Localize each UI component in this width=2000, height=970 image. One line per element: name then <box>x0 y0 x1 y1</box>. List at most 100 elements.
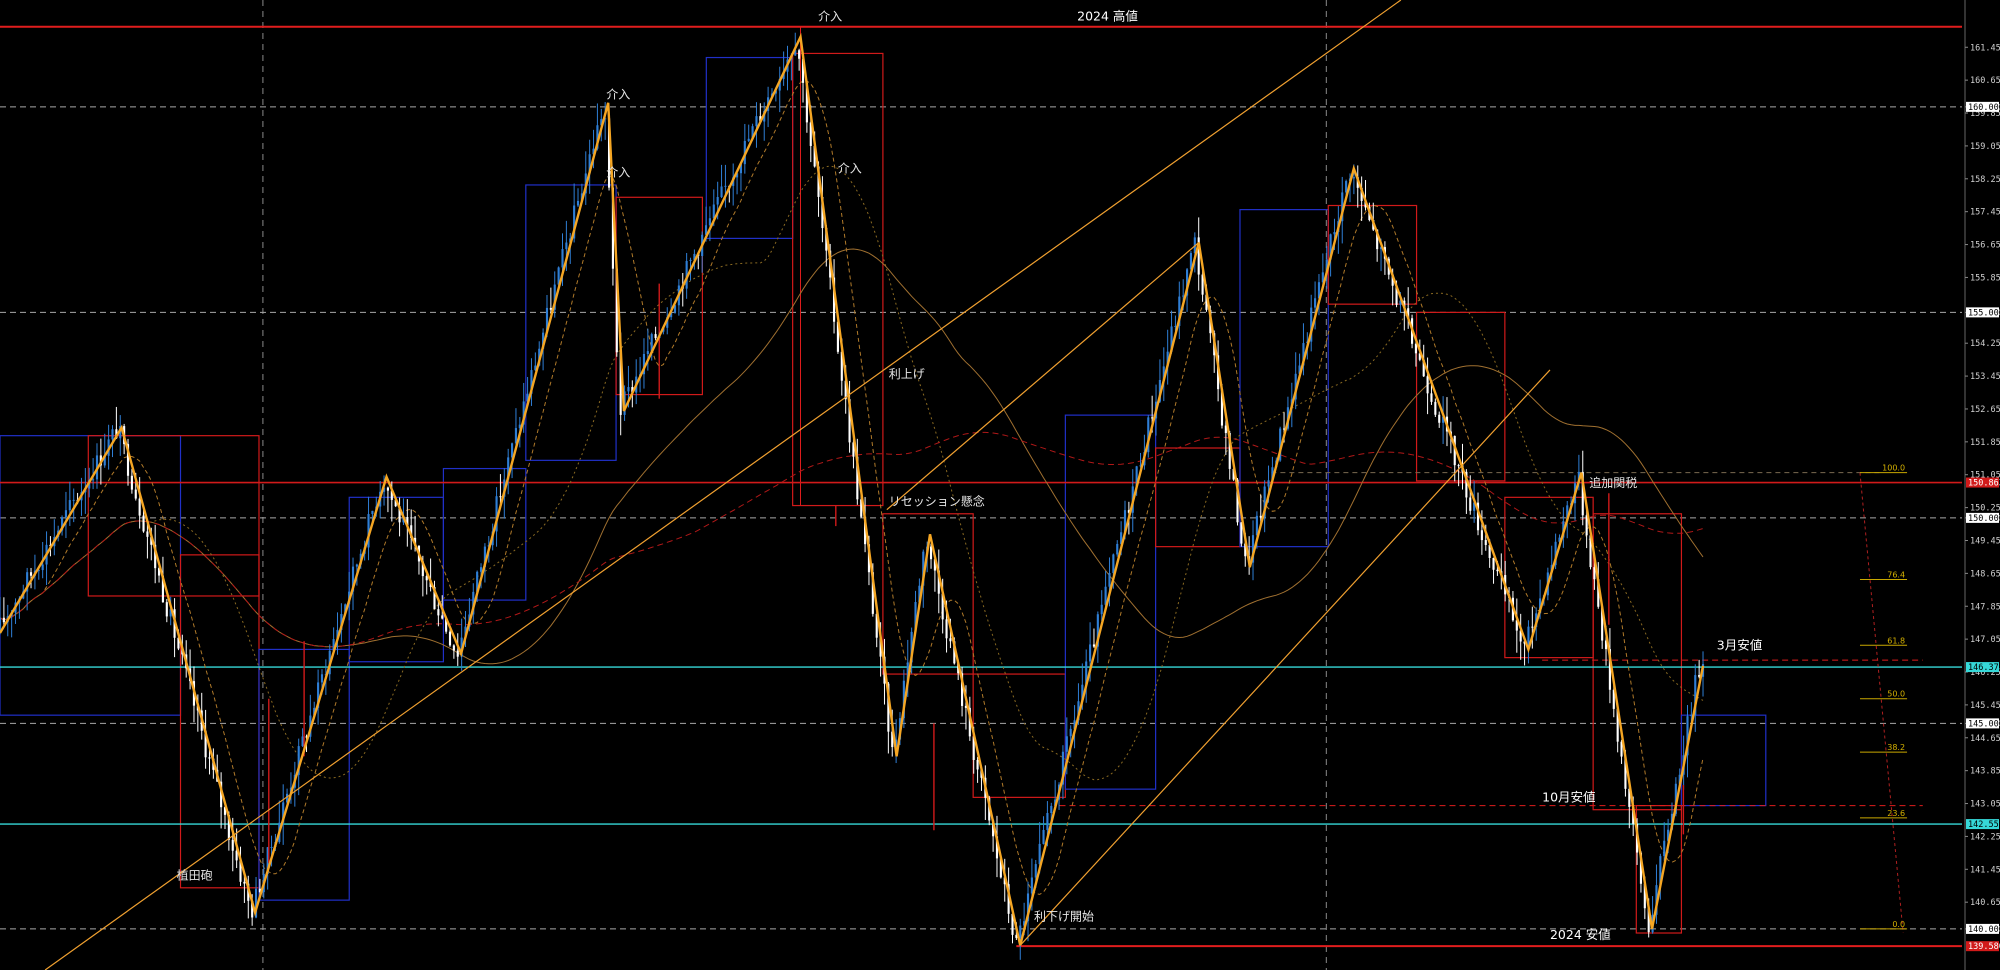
candle-body <box>1457 465 1460 467</box>
candle-body <box>301 736 304 747</box>
fib-level-label: 50.0 <box>1887 690 1905 699</box>
candle-body <box>712 204 715 219</box>
axis-tick-label: 143.050 <box>1970 800 2000 810</box>
candle-body <box>270 847 273 849</box>
candle-body <box>1314 298 1317 308</box>
candle-body <box>1259 515 1262 518</box>
candle-body <box>1034 864 1037 878</box>
annotation-label: 追加関税 <box>1589 475 1637 490</box>
axis-tick-label: 150.250 <box>1970 504 2000 514</box>
candle-body <box>29 572 33 576</box>
candle-body <box>1046 812 1049 830</box>
candle-body <box>72 499 75 501</box>
candle-body <box>1089 644 1092 662</box>
price-tag-label: 139.580 <box>1968 942 2000 952</box>
axis-tick-label: 154.250 <box>1970 339 2000 349</box>
candle-body <box>499 496 502 498</box>
candle-body <box>165 602 168 617</box>
candle-body <box>646 351 649 355</box>
candle-body <box>142 515 145 532</box>
annotation-label: 植田砲 <box>177 868 213 883</box>
price-axis: 161.450160.650160.000159.850159.050158.2… <box>1964 0 2000 970</box>
candle-body <box>1030 877 1033 894</box>
candle-body <box>243 881 246 884</box>
price-tag-label: 142.553 <box>1968 820 2000 830</box>
candle-body <box>755 116 758 127</box>
price-tag-label: 140.000 <box>1968 925 2000 935</box>
candle-body <box>41 564 44 571</box>
candle-body <box>627 387 630 392</box>
candle-body <box>1492 557 1495 570</box>
candle-body <box>720 186 723 198</box>
candle-body <box>2 617 5 623</box>
candle-body <box>929 546 933 560</box>
candle-body <box>479 567 483 572</box>
price-tag-label: 145.000 <box>1968 719 2000 729</box>
candle-body <box>798 50 801 59</box>
annotation-label: 2024 安値 <box>1550 927 1611 942</box>
axis-tick-label: 145.450 <box>1970 701 2000 711</box>
annotation-label: リセッション懸念 <box>889 494 985 509</box>
candle-body <box>565 242 568 250</box>
candle-body <box>561 249 564 268</box>
candle-body <box>1426 376 1429 394</box>
axis-tick-label: 152.650 <box>1970 405 2000 415</box>
candle-body <box>747 138 750 141</box>
fib-level-label: 23.6 <box>1887 809 1905 818</box>
candle-body <box>1112 554 1115 574</box>
candle-body <box>1100 604 1103 615</box>
candle-body <box>1108 573 1111 587</box>
candle-body <box>64 510 68 518</box>
candle-body <box>1438 414 1441 423</box>
axis-tick-label: 159.050 <box>1970 142 2000 152</box>
candle-body <box>355 564 358 567</box>
candle-body <box>689 259 692 261</box>
axis-tick-label: 149.450 <box>1970 536 2000 546</box>
annotation-label: 介入 <box>838 162 862 176</box>
axis-tick-label: 160.650 <box>1970 76 2000 86</box>
candle-body <box>1267 480 1270 487</box>
candle-body <box>320 674 324 683</box>
annotation-label: 利上げ <box>889 367 925 381</box>
annotation-label: 介入 <box>606 88 630 102</box>
candle-body <box>576 200 580 206</box>
candle-body <box>976 759 979 770</box>
candle-body <box>1069 728 1072 737</box>
candle-body <box>1663 840 1666 857</box>
axis-tick-label: 151.850 <box>1970 438 2000 448</box>
price-tag-label: 150.863 <box>1968 479 2000 489</box>
candle-body <box>654 334 657 339</box>
candle-body <box>1255 515 1258 536</box>
candle-body <box>1050 805 1053 813</box>
axis-tick-label: 157.450 <box>1970 208 2000 218</box>
candle-body <box>441 615 444 619</box>
candle-body <box>1019 925 1022 938</box>
candle-body <box>92 479 95 481</box>
price-chart[interactable]: 100.076.461.850.038.223.60.0 介入介入介入 介入利上げ… <box>0 0 2000 970</box>
candle-body <box>68 500 71 511</box>
candle-body <box>716 197 719 205</box>
axis-tick-label: 147.050 <box>1970 635 2000 645</box>
candle-body <box>130 475 133 490</box>
candle-body <box>708 218 711 226</box>
annotation-label: 2024 高値 <box>1077 9 1138 24</box>
candle-body <box>1065 736 1068 752</box>
axis-tick-label: 144.650 <box>1970 734 2000 744</box>
candle-body <box>1333 232 1336 235</box>
candle-body <box>1430 393 1433 402</box>
candle-body <box>1434 401 1437 415</box>
candle-body <box>945 619 948 639</box>
price-tag-label: 160.000 <box>1968 103 2000 113</box>
axis-tick-label: 156.650 <box>1970 241 2000 251</box>
candle-body <box>1496 569 1499 572</box>
candle-body <box>1484 540 1487 545</box>
fib-level-label: 76.4 <box>1887 571 1905 580</box>
fib-level-label: 100.0 <box>1882 464 1905 473</box>
candle-body <box>724 185 727 187</box>
candle-body <box>1116 543 1119 555</box>
candle-body <box>456 650 459 657</box>
annotation-label: 10月安値 <box>1542 789 1595 804</box>
fib-level-label: 61.8 <box>1887 636 1905 645</box>
candle-body <box>134 489 137 499</box>
axis-tick-label: 147.850 <box>1970 602 2000 612</box>
